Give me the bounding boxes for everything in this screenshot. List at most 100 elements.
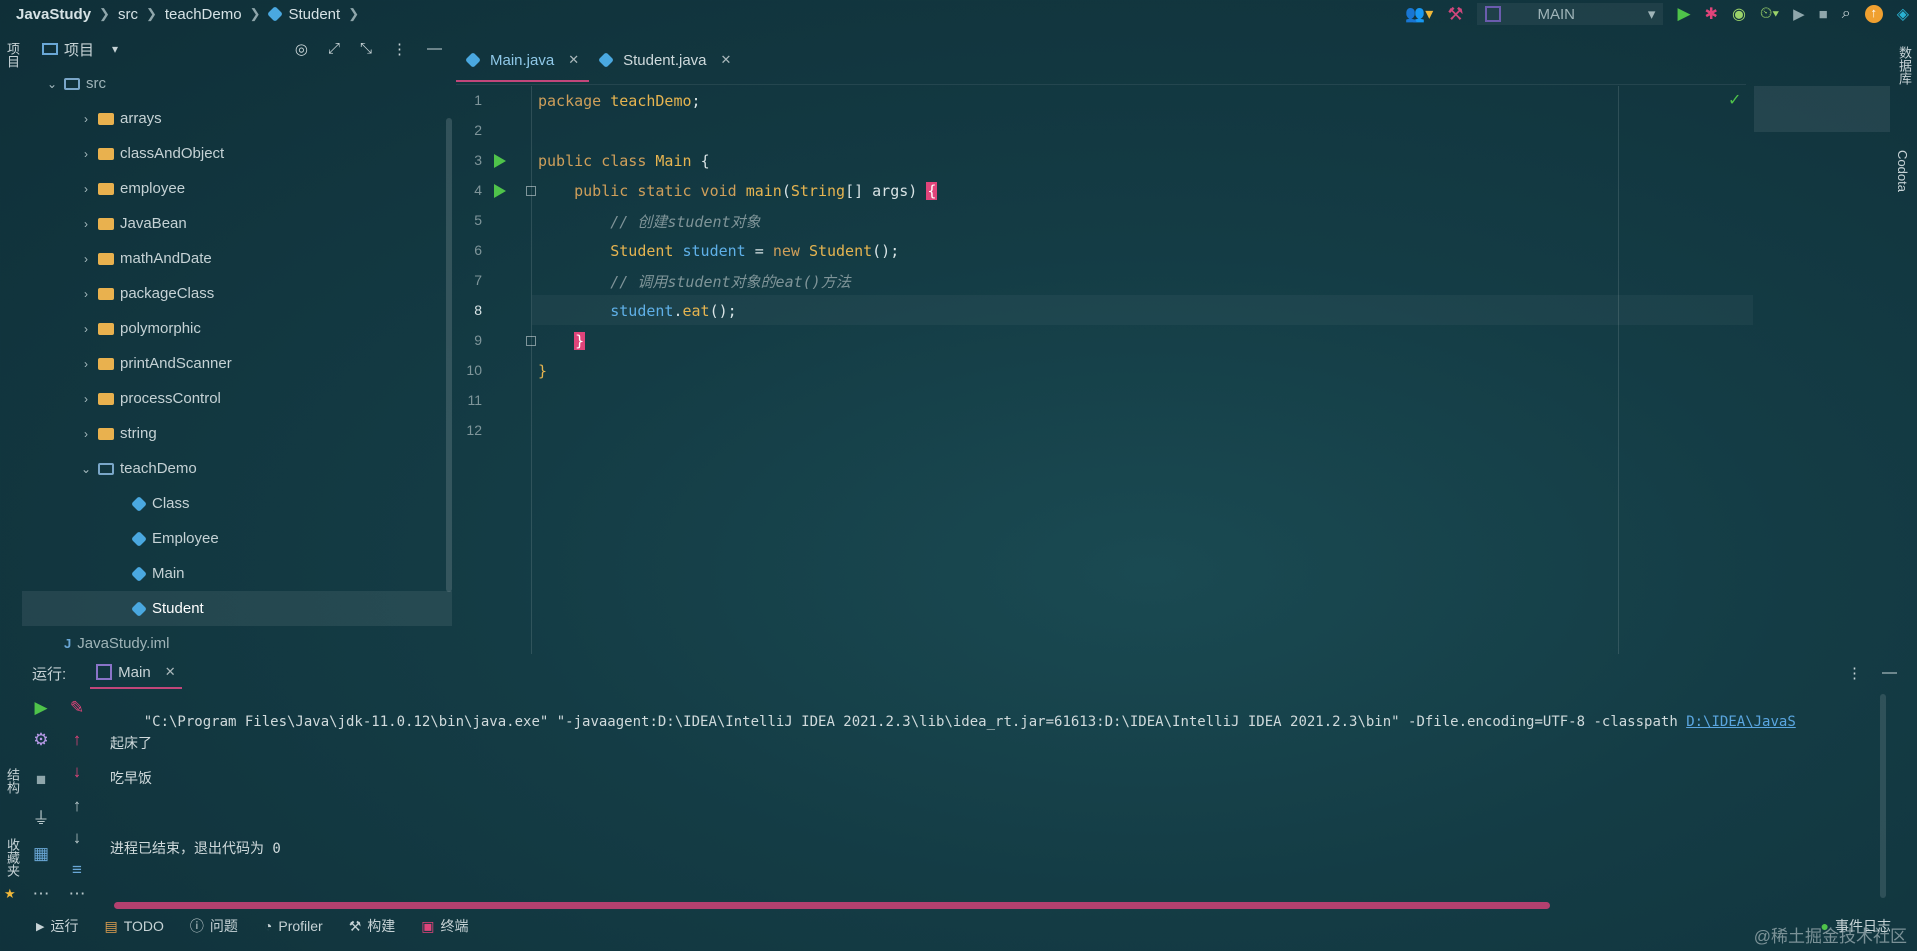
codota-icon[interactable]: ◈ — [1897, 4, 1909, 24]
tree-item-label: packageClass — [120, 285, 215, 302]
chevron-right-icon[interactable]: › — [80, 357, 92, 371]
tree-item[interactable]: › string — [22, 416, 452, 451]
run-tool-button[interactable]: ▶ 运行 — [36, 916, 78, 936]
stop-icon[interactable]: ■ — [1819, 6, 1828, 23]
chevron-right-icon[interactable]: › — [80, 217, 92, 231]
todo-tool-button[interactable]: ▤ TODO — [104, 918, 163, 935]
hide-panel-icon[interactable]: — — [427, 40, 442, 58]
config-icon — [96, 664, 113, 680]
breadcrumb-src[interactable]: src — [118, 6, 138, 23]
more-icon[interactable]: ⋯ — [66, 884, 88, 904]
editor-tab[interactable]: Student.java ✕ — [589, 40, 741, 80]
tree-item[interactable]: Employee — [22, 521, 452, 556]
chevron-right-icon: ❯ — [99, 6, 110, 21]
more-options-icon[interactable]: ⋮ — [1847, 664, 1862, 682]
locate-target-icon[interactable]: ◎ — [295, 40, 308, 58]
chevron-right-icon[interactable]: › — [80, 112, 92, 126]
arrow-down-icon[interactable]: ↓ — [66, 762, 88, 782]
close-icon[interactable]: ✕ — [165, 664, 176, 680]
class-icon — [267, 6, 284, 22]
update-icon[interactable]: ↑ — [1864, 5, 1883, 23]
chevron-right-icon[interactable]: › — [80, 287, 92, 301]
expand-all-icon[interactable]: ⤢ — [328, 40, 340, 58]
debug-icon[interactable]: ✱ — [1705, 4, 1718, 24]
code-minimap[interactable] — [1754, 86, 1890, 132]
problems-tool-button[interactable]: ⓘ 问题 — [190, 916, 238, 936]
stop-icon[interactable]: ■ — [30, 770, 52, 790]
settings-icon[interactable]: ⚙ — [30, 730, 52, 750]
console-vscrollbar[interactable] — [1880, 694, 1886, 898]
project-view-select[interactable]: 项目 — [64, 39, 94, 60]
tree-item[interactable]: › mathAndDate — [22, 241, 452, 276]
chevron-down-icon[interactable]: ⌄ — [80, 462, 92, 476]
tree-item[interactable]: › classAndObject — [22, 136, 452, 171]
scroll-up-icon[interactable]: ↑ — [66, 796, 88, 816]
tree-scrollbar[interactable] — [446, 118, 452, 592]
tree-item[interactable]: › packageClass — [22, 276, 452, 311]
profile-icon[interactable]: ⏲▾ — [1760, 5, 1779, 23]
codota-tool-tab[interactable]: Codota — [1895, 150, 1910, 192]
rerun-icon[interactable]: ▶ — [30, 698, 52, 718]
breadcrumb-project[interactable]: JavaStudy — [16, 6, 91, 23]
tree-item[interactable]: › arrays — [22, 101, 452, 136]
tree-item[interactable]: › JavaBean — [22, 206, 452, 241]
run-tab-main[interactable]: Main ✕ — [90, 657, 182, 689]
breadcrumb-package[interactable]: teachDemo — [165, 6, 242, 23]
classpath-link[interactable]: D:\IDEA\JavaS — [1686, 714, 1796, 730]
tool-window-bar: ▶ 运行 ▤ TODO ⓘ 问题 ◔ Profiler ⚒ 构建 ▣ 终端 ● 事件日志 — [22, 912, 1917, 940]
run-dimmed-icon[interactable]: ▶ — [1793, 5, 1805, 23]
tree-item[interactable]: Class — [22, 486, 452, 521]
favorites-tool-tab[interactable]: 收藏夹 — [3, 838, 22, 877]
run-configuration-select[interactable]: MAIN ▾ — [1477, 3, 1664, 25]
chevron-down-icon[interactable]: ⌄ — [46, 77, 58, 91]
chevron-right-icon[interactable]: › — [80, 392, 92, 406]
toolbar-right: 👥▾ ⚒ MAIN ▾ ▶ ✱ ◉ ⏲▾ ▶ ■ ⌕ ↑ ◈ — [1405, 0, 1917, 28]
run-gutter-icon[interactable] — [494, 154, 506, 168]
chevron-right-icon[interactable]: › — [80, 322, 92, 336]
editor-tab[interactable]: Main.java ✕ — [456, 40, 590, 82]
console-hscrollbar[interactable] — [114, 902, 1550, 909]
tree-item[interactable]: Main — [22, 556, 452, 591]
breadcrumb-class[interactable]: Student — [288, 6, 340, 23]
profiler-tool-button[interactable]: ◔ Profiler — [264, 918, 323, 934]
tree-item[interactable]: › processControl — [22, 381, 452, 416]
chevron-right-icon[interactable]: › — [80, 427, 92, 441]
code-line: student. eat (); — [538, 296, 736, 326]
plug-icon[interactable]: ⏚ — [30, 804, 52, 829]
chevron-down-icon[interactable]: ▾ — [112, 42, 118, 56]
soft-wrap-icon[interactable]: ≡ — [66, 860, 88, 880]
folder-icon — [98, 322, 114, 335]
chevron-right-icon[interactable]: › — [80, 182, 92, 196]
run-gutter-icon[interactable] — [494, 184, 506, 198]
project-tool-tab[interactable]: 项目 — [3, 42, 22, 68]
hide-panel-icon[interactable]: — — [1882, 664, 1897, 682]
build-tool-button[interactable]: ⚒ 构建 — [349, 916, 396, 936]
tree-item[interactable]: ⌄ src — [22, 66, 452, 101]
database-tool-tab[interactable]: 数据库 — [1895, 46, 1914, 85]
run-icon[interactable]: ▶ — [1677, 4, 1690, 24]
tree-item[interactable]: › employee — [22, 171, 452, 206]
terminal-tool-button[interactable]: ▣ 终端 — [421, 916, 468, 936]
tree-item[interactable]: › printAndScanner — [22, 346, 452, 381]
users-icon[interactable]: 👥▾ — [1405, 4, 1433, 24]
search-icon[interactable]: ⌕ — [1842, 5, 1851, 23]
clear-console-icon[interactable]: ✎ — [66, 698, 88, 718]
build-hammer-icon[interactable]: ⚒ — [1447, 4, 1463, 25]
tree-item[interactable]: › polymorphic — [22, 311, 452, 346]
more-options-icon[interactable]: ⋮ — [392, 40, 407, 58]
arrow-up-icon[interactable]: ↑ — [66, 730, 88, 750]
tree-item[interactable]: ⌄ teachDemo — [22, 451, 452, 486]
tree-item[interactable]: Student — [22, 591, 452, 626]
scroll-down-icon[interactable]: ↓ — [66, 828, 88, 848]
code-token: teachDemo — [610, 92, 692, 110]
more-icon[interactable]: ⋯ — [30, 884, 52, 904]
structure-tool-tab[interactable]: 结构 — [3, 768, 22, 794]
collapse-all-icon[interactable]: ⤡ — [360, 40, 372, 58]
tree-item[interactable]: J JavaStudy.iml — [22, 626, 452, 661]
chevron-right-icon[interactable]: › — [80, 252, 92, 266]
chevron-right-icon[interactable]: › — [80, 147, 92, 161]
close-icon[interactable]: ✕ — [721, 52, 732, 68]
close-icon[interactable]: ✕ — [568, 52, 579, 68]
layout-icon[interactable]: ▦ — [30, 844, 52, 864]
coverage-icon[interactable]: ◉ — [1732, 4, 1746, 24]
